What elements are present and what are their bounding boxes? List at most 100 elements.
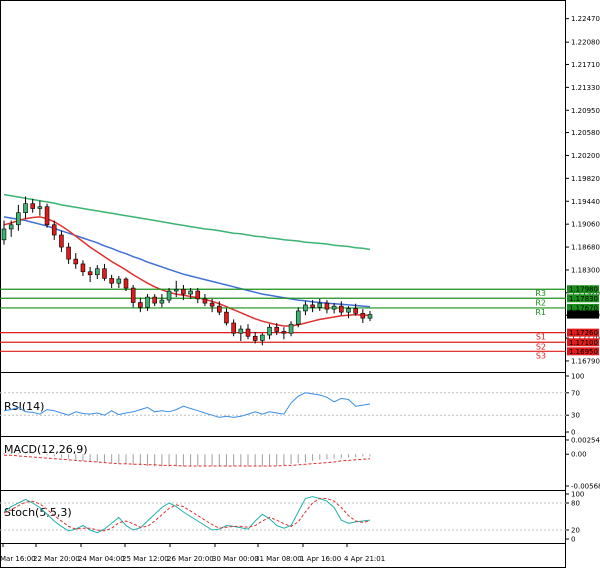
moving-averages xyxy=(3,193,371,327)
candle xyxy=(231,319,236,337)
candle xyxy=(73,253,79,269)
price-tick-label: 1.18680 xyxy=(571,244,600,252)
candle xyxy=(360,309,366,323)
time-tick-label: 4 Apr 21:01 xyxy=(344,555,385,563)
candle-body-down xyxy=(30,203,35,209)
level-price-label: 1.17260 xyxy=(569,329,598,337)
candle xyxy=(80,260,86,276)
stoch-tick-label: 100 xyxy=(571,491,584,499)
candle xyxy=(166,288,172,304)
candle-body-up xyxy=(238,328,244,334)
stoch-tick-label: 80 xyxy=(571,500,580,508)
time-tick-label: Mar 16:00 xyxy=(0,555,36,563)
candle-body-up xyxy=(145,296,150,308)
candle xyxy=(95,265,100,279)
candle xyxy=(367,310,373,322)
price-tick-label: 1.18300 xyxy=(571,266,600,274)
candle xyxy=(317,298,323,311)
macd-tick-label: 0.00 xyxy=(571,451,587,459)
candle-body-down xyxy=(360,313,366,319)
candle xyxy=(130,285,136,308)
price-tick-label: 1.19060 xyxy=(571,221,600,229)
moving-average-line xyxy=(3,216,371,308)
time-tick-label: 25 Mar 12:00 xyxy=(122,555,169,563)
stoch-axis: 10080 200 xyxy=(0,491,584,544)
candles xyxy=(1,196,373,346)
rsi-tick-label: 100 xyxy=(571,373,584,381)
candle-body-down xyxy=(353,308,358,314)
time-axis: Mar 16:0022 Mar 20:0024 Mar 04:0025 Mar … xyxy=(0,543,385,563)
level-axis-labels: 1.179801.178301.176701.172601.171001.169… xyxy=(567,285,599,356)
candle xyxy=(281,327,287,340)
trading-chart: 1.22470 1.22080 1.21710 1.21330 1.20950 1.205… xyxy=(0,0,600,569)
level-price-label: 1.16950 xyxy=(569,348,598,356)
candle-body-down xyxy=(310,304,315,308)
candle-body-down xyxy=(123,278,129,289)
price-tick-label: 1.22080 xyxy=(571,39,600,47)
rsi-series xyxy=(3,392,371,418)
rsi-tick-label: 70 xyxy=(571,389,580,397)
level-name: R3 xyxy=(535,289,546,298)
price-tick-label: 1.16790 xyxy=(571,357,600,365)
level-name: S2 xyxy=(536,342,546,351)
candle-body-up xyxy=(173,288,179,292)
candle xyxy=(195,288,201,304)
candle-body-down xyxy=(324,302,330,310)
price-tick-label: 1.19820 xyxy=(571,175,600,183)
candle-body-down xyxy=(181,288,186,295)
candle xyxy=(288,321,294,337)
candle xyxy=(331,303,337,314)
candle-body-down xyxy=(209,302,215,307)
candle-body-down xyxy=(274,326,279,332)
time-tick-label: 1 Apr 16:00 xyxy=(300,555,341,563)
time-tick-label: 24 Mar 04:00 xyxy=(78,555,125,563)
rsi-tick-label: 30 xyxy=(571,412,580,420)
price-tick-label: 1.21330 xyxy=(571,84,600,92)
time-tick-label: 26 Mar 20:00 xyxy=(167,555,214,563)
price-tick-label: 1.21710 xyxy=(571,61,600,69)
candle-body-up xyxy=(37,206,43,209)
candle-body-down xyxy=(202,298,208,304)
candle-body-up xyxy=(303,304,308,312)
candle-body-down xyxy=(102,268,107,279)
price-pane: 1.22470 1.22080 1.21710 1.21330 1.20950 1.205… xyxy=(0,15,600,373)
rsi-axis: 100 70 30 0 xyxy=(0,373,584,437)
candle-body-down xyxy=(252,335,258,341)
candle xyxy=(245,324,251,340)
candle-body-up xyxy=(95,268,100,276)
candle-body-up xyxy=(1,228,7,241)
price-tick-label: 1.20950 xyxy=(571,107,600,115)
price-tick-label: 1.19440 xyxy=(571,198,600,206)
candle-body-up xyxy=(23,203,28,214)
macd-signal-line xyxy=(4,454,371,467)
candle xyxy=(102,263,107,281)
candle xyxy=(324,300,330,314)
candle-body-up xyxy=(16,212,21,226)
candle-body-up xyxy=(331,305,337,310)
macd-tick-label: 0.002545 xyxy=(571,437,600,445)
candle xyxy=(16,204,21,231)
chart-frame xyxy=(0,0,566,568)
candle-body-down xyxy=(281,331,287,334)
candle-body-down xyxy=(339,305,344,313)
level-name: R2 xyxy=(535,298,546,307)
candle-body-down xyxy=(138,302,143,308)
macd-signal-series xyxy=(4,454,371,467)
candle xyxy=(159,294,165,308)
candle xyxy=(51,220,57,240)
candle xyxy=(44,203,50,228)
candle xyxy=(59,230,64,252)
moving-average-line xyxy=(3,216,370,327)
candle-body-down xyxy=(87,271,93,276)
price-tick-label: 1.22470 xyxy=(571,15,600,23)
candle-body-up xyxy=(166,290,172,301)
candle-body-down xyxy=(152,296,157,304)
candle xyxy=(30,198,35,213)
candle xyxy=(224,308,229,326)
level-name: S3 xyxy=(536,351,546,360)
stoch-tick-label: 0 xyxy=(571,536,575,544)
candle-body-up xyxy=(260,334,265,341)
level-price-label: 1.17830 xyxy=(569,295,598,303)
candle-body-up xyxy=(116,278,122,284)
candle-body-down xyxy=(66,246,71,260)
